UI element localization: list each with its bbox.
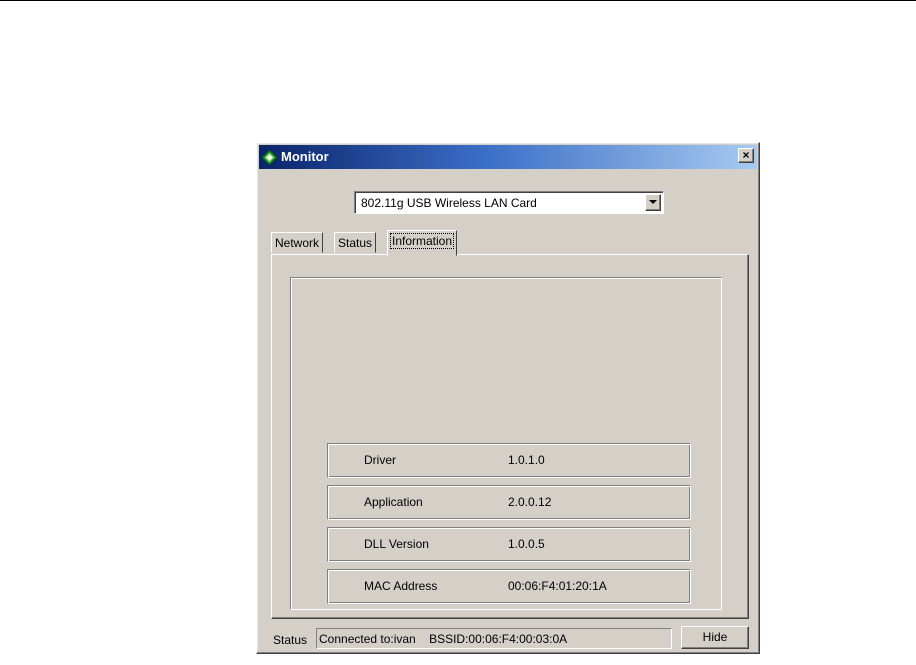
close-button[interactable]: × bbox=[738, 148, 754, 163]
close-icon: × bbox=[742, 148, 750, 162]
tab-label: Status bbox=[338, 236, 373, 250]
tab-network[interactable]: Network bbox=[271, 232, 324, 253]
info-row-driver: Driver 1.0.1.0 bbox=[327, 443, 691, 478]
info-value: 1.0.0.5 bbox=[508, 537, 545, 551]
monitor-window: Monitor × 802.11g USB Wireless LAN Card … bbox=[256, 142, 760, 654]
info-value: 00:06:F4:01:20:1A bbox=[508, 579, 607, 593]
info-row-dll-version: DLL Version 1.0.0.5 bbox=[327, 527, 691, 562]
information-panel: Driver 1.0.1.0 Application 2.0.0.12 DLL … bbox=[271, 254, 749, 619]
page-top-rule bbox=[0, 0, 916, 1]
adapter-selected-value: 802.11g USB Wireless LAN Card bbox=[361, 196, 537, 210]
info-label: Application bbox=[364, 495, 423, 509]
info-label: Driver bbox=[364, 453, 396, 467]
tab-label: Network bbox=[275, 236, 320, 250]
status-label: Status bbox=[273, 633, 308, 647]
diamond-app-icon bbox=[262, 150, 277, 165]
adapter-select[interactable]: 802.11g USB Wireless LAN Card bbox=[354, 191, 664, 214]
tab-information[interactable]: Information bbox=[387, 230, 458, 256]
info-row-application: Application 2.0.0.12 bbox=[327, 485, 691, 520]
connection-status-text: Connected to:ivan BSSID:00:06:F4:00:03:0… bbox=[319, 632, 568, 646]
info-label: MAC Address bbox=[364, 579, 438, 593]
hide-button[interactable]: Hide bbox=[681, 626, 749, 649]
info-row-mac-address: MAC Address 00:06:F4:01:20:1A bbox=[327, 569, 691, 604]
window-title: Monitor bbox=[281, 149, 329, 164]
information-groupbox: Driver 1.0.1.0 Application 2.0.0.12 DLL … bbox=[290, 277, 722, 610]
chevron-down-icon[interactable] bbox=[645, 194, 661, 211]
info-value: 1.0.1.0 bbox=[508, 453, 545, 467]
info-value: 2.0.0.12 bbox=[508, 495, 552, 509]
title-bar[interactable]: Monitor × bbox=[259, 145, 757, 169]
status-field: Connected to:ivan BSSID:00:06:F4:00:03:0… bbox=[316, 628, 672, 649]
tab-status[interactable]: Status bbox=[334, 232, 377, 253]
tab-label: Information bbox=[389, 233, 455, 249]
info-label: DLL Version bbox=[364, 537, 429, 551]
